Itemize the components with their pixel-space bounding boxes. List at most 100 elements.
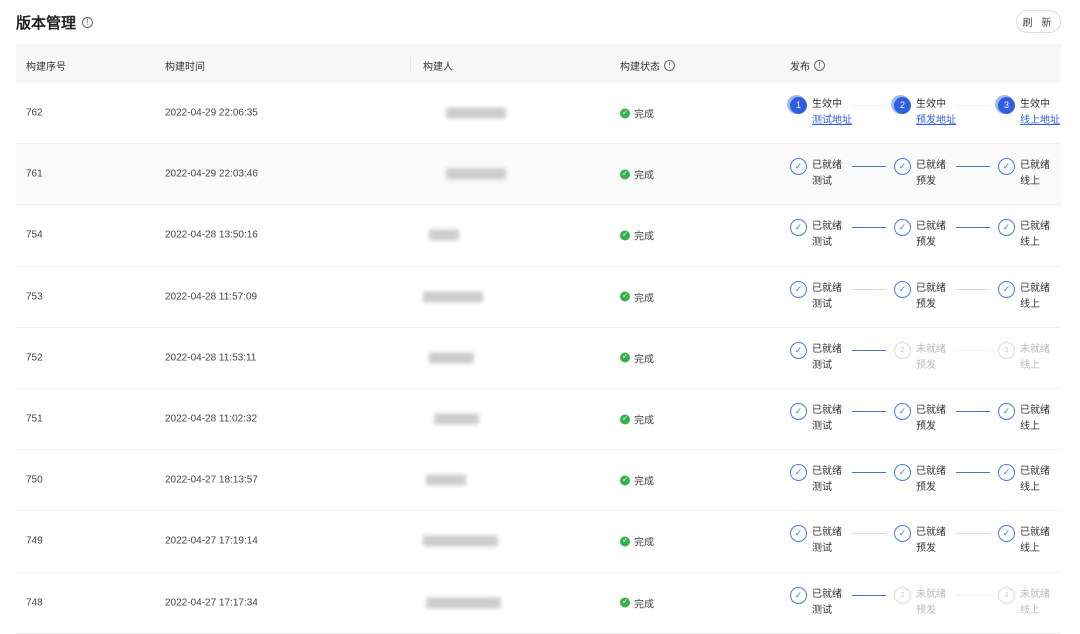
col-label: 构建序号	[26, 62, 66, 73]
info-icon[interactable]: !	[82, 17, 94, 28]
check-circle-icon: ✓	[620, 169, 630, 180]
publish-step[interactable]: ✓ 已就绪 测试	[790, 219, 842, 251]
publish-step[interactable]: ✓ 已就绪 线上	[998, 464, 1050, 496]
stage-name: 测试	[812, 421, 832, 433]
publish-step[interactable]: 3 未就绪 线上	[998, 341, 1050, 374]
stage-name: 线上	[1020, 359, 1040, 371]
col-label: 构建时间	[165, 62, 205, 73]
publish-step[interactable]: ✓ 已就绪 测试	[790, 280, 842, 313]
builder-redacted	[446, 107, 506, 119]
step-connector	[956, 411, 990, 413]
status-text: 完成	[634, 537, 654, 549]
build-table: 构建序号 构建时间 构建人 构建状态! 发布! 762 2022-04-29 2…	[16, 44, 1061, 634]
stage-name: 线上	[1020, 176, 1040, 188]
check-circle-icon: ✓	[998, 464, 1015, 482]
step-connector	[852, 227, 886, 229]
table-row[interactable]: 751 2022-04-28 11:02:32 ✓ 完成 ✓ 已就绪 测试 ✓ 已就绪 预发…	[16, 389, 1061, 451]
publish-step[interactable]: ✓ 已就绪 线上	[998, 403, 1050, 435]
step-state: 生效中	[1020, 99, 1050, 111]
publish-step[interactable]: ✓ 已就绪 预发	[894, 403, 946, 435]
publish-step[interactable]: ✓ 已就绪 预发	[894, 464, 946, 496]
step-connector	[956, 533, 990, 535]
build-status: ✓ 完成	[620, 167, 654, 182]
stage-name: 预发	[916, 359, 936, 371]
publish-step[interactable]: ✓ 已就绪 预发	[894, 525, 946, 557]
publish-step[interactable]: ✓ 已就绪 线上	[998, 525, 1050, 557]
check-circle-icon: ✓	[894, 403, 911, 421]
step-connector	[956, 288, 990, 290]
table-row[interactable]: 761 2022-04-29 22:03:46 ✓ 完成 ✓ 已就绪 测试 ✓ 已就绪 预发…	[16, 144, 1061, 206]
step-connector	[852, 105, 886, 107]
publish-step[interactable]: ✓ 已就绪 测试	[790, 586, 842, 619]
builder-redacted	[429, 229, 459, 241]
publish-step[interactable]: 3 生效中 线上地址	[998, 97, 1060, 129]
build-time: 2022-04-28 11:02:32	[165, 413, 258, 425]
check-circle-icon: ✓	[620, 291, 630, 302]
col-publish: 发布!	[790, 58, 825, 73]
info-icon[interactable]: !	[814, 60, 825, 71]
table-row[interactable]: 762 2022-04-29 22:06:35 ✓ 完成 1 生效中 测试地址 2 生效中…	[16, 83, 1061, 145]
publish-step[interactable]: 2 未就绪 预发	[894, 341, 946, 374]
build-number: 762	[26, 107, 43, 119]
build-number: 752	[26, 352, 43, 364]
check-circle-icon: ✓	[620, 230, 630, 241]
table-body: 762 2022-04-29 22:06:35 ✓ 完成 1 生效中 测试地址 2 生效中…	[16, 83, 1061, 634]
table-row[interactable]: 754 2022-04-28 13:50:16 ✓ 完成 ✓ 已就绪 测试 ✓ 已就绪 预发…	[16, 205, 1061, 267]
stage-name: 预发	[916, 298, 936, 310]
check-circle-icon: ✓	[894, 464, 911, 482]
build-number: 750	[26, 474, 43, 486]
publish-step[interactable]: ✓ 已就绪 预发	[894, 219, 946, 251]
table-row[interactable]: 752 2022-04-28 11:53:11 ✓ 完成 ✓ 已就绪 测试 2 未就绪 预发…	[16, 328, 1061, 389]
build-time: 2022-04-28 13:50:16	[165, 229, 258, 241]
table-row[interactable]: 748 2022-04-27 17:17:34 ✓ 完成 ✓ 已就绪 测试 2 未就绪 预发…	[16, 573, 1061, 634]
check-circle-icon: ✓	[620, 108, 630, 119]
table-row[interactable]: 750 2022-04-27 18:13:57 ✓ 完成 ✓ 已就绪 测试 ✓ 已就绪 预发…	[16, 450, 1061, 512]
publish-step[interactable]: 3 未就绪 线上	[998, 586, 1050, 619]
build-status: ✓ 完成	[620, 228, 654, 243]
step-connector	[852, 411, 886, 413]
stage-name: 线上	[1020, 237, 1040, 249]
info-icon[interactable]: !	[664, 60, 675, 71]
step-state: 已就绪	[1020, 527, 1050, 539]
publish-step[interactable]: ✓ 已就绪 线上	[998, 158, 1050, 190]
stage-link[interactable]: 预发地址	[916, 113, 956, 129]
publish-step[interactable]: ✓ 已就绪 线上	[998, 219, 1050, 251]
check-circle-icon: ✓	[894, 525, 911, 543]
build-time: 2022-04-28 11:53:11	[165, 352, 257, 364]
publish-step[interactable]: ✓ 已就绪 预发	[894, 280, 946, 313]
col-builder: 构建人	[423, 58, 453, 73]
step-state: 已就绪	[916, 282, 946, 294]
builder-redacted	[446, 168, 506, 180]
step-state: 已就绪	[812, 466, 842, 478]
step-connector	[852, 533, 886, 535]
stage-link[interactable]: 线上地址	[1020, 113, 1060, 129]
publish-step[interactable]: ✓ 已就绪 测试	[790, 464, 842, 496]
refresh-button[interactable]: 刷 新	[1016, 10, 1061, 33]
publish-step[interactable]: ✓ 已就绪 预发	[894, 158, 946, 190]
table-row[interactable]: 749 2022-04-27 17:19:14 ✓ 完成 ✓ 已就绪 测试 ✓ 已就绪 预发…	[16, 511, 1061, 573]
publish-step[interactable]: ✓ 已就绪 测试	[790, 158, 842, 190]
publish-step[interactable]: 1 生效中 测试地址	[790, 97, 852, 129]
step-state: 已就绪	[916, 405, 946, 417]
publish-step[interactable]: ✓ 已就绪 测试	[790, 341, 842, 374]
stage-link[interactable]: 测试地址	[812, 113, 852, 129]
publish-step[interactable]: 2 生效中 预发地址	[894, 97, 956, 129]
publish-step[interactable]: 2 未就绪 预发	[894, 586, 946, 619]
table-row[interactable]: 753 2022-04-28 11:57:09 ✓ 完成 ✓ 已就绪 测试 ✓ 已就绪 预发…	[16, 267, 1061, 328]
step-connector	[956, 594, 990, 596]
col-label: 构建状态	[620, 62, 660, 73]
publish-steps: ✓ 已就绪 测试 2 未就绪 预发 3 未就绪 线上	[790, 586, 1060, 619]
col-build-time: 构建时间	[165, 58, 205, 73]
build-time: 2022-04-27 18:13:57	[165, 474, 258, 486]
status-text: 完成	[634, 231, 654, 243]
stage-name: 测试	[812, 298, 832, 310]
step-connector	[852, 472, 886, 474]
publish-step[interactable]: ✓ 已就绪 线上	[998, 280, 1050, 313]
check-circle-icon: ✓	[620, 475, 630, 486]
check-circle-icon: ✓	[894, 219, 911, 237]
publish-step[interactable]: ✓ 已就绪 测试	[790, 403, 842, 435]
step-state: 已就绪	[916, 221, 946, 233]
publish-step[interactable]: ✓ 已就绪 测试	[790, 525, 842, 557]
table-header: 构建序号 构建时间 构建人 构建状态! 发布!	[16, 44, 1061, 83]
step-connector	[852, 166, 886, 168]
